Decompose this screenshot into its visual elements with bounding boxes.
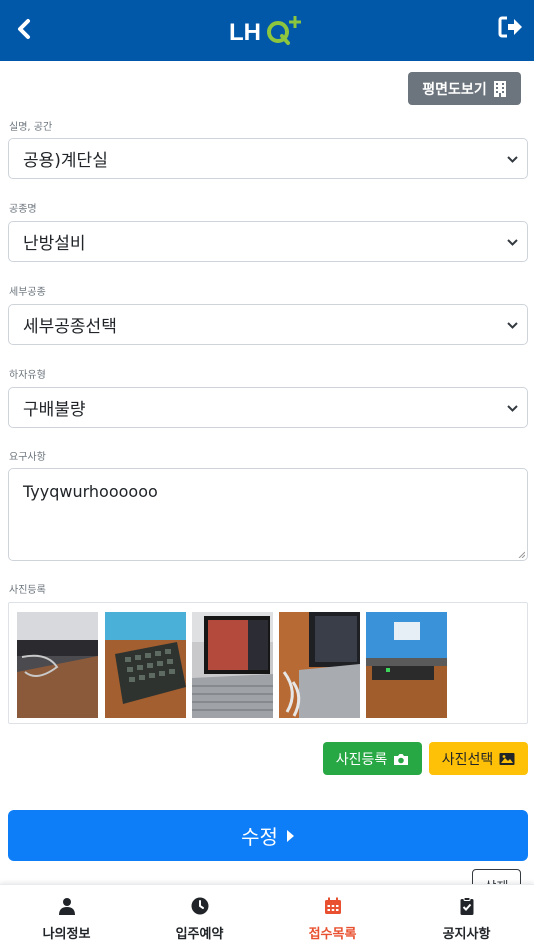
request-label: 요구사항 [9,452,46,463]
photo-3-image [192,612,273,718]
chevron-down-icon [507,156,518,163]
app-header: LH [0,0,534,61]
tab-label: 공지사항 [442,927,491,942]
room-value: 공용)계단실 [23,151,108,171]
room-label: 실명, 공간 [9,122,53,133]
photo-select-button[interactable]: 사진선택 [429,742,528,775]
photo-upload-label: 사진등록 [335,751,388,768]
chevron-down-icon [507,322,518,329]
submit-label: 수정 [241,825,278,849]
work-type-select[interactable]: 난방설비 [8,221,528,262]
photos-label: 사진등록 [9,585,46,596]
photo-thumbnail[interactable] [17,612,98,718]
user-icon [58,898,75,915]
tab-label: 접수목록 [308,927,357,942]
tab-label: 입주예약 [175,927,224,942]
work-type-value: 난방설비 [23,234,86,254]
request-textarea[interactable]: Tyyqwurhoooooo [8,468,528,561]
chevron-left-icon[interactable] [10,14,40,44]
chevron-down-icon [507,239,518,246]
calendar-icon [324,897,341,914]
lhq-logo: LH [229,16,301,46]
photo-1-image [17,612,98,718]
floor-plan-button[interactable]: 평면도보기 [408,72,521,105]
sub-work-type-label: 세부공종 [9,287,46,298]
sub-work-type-select[interactable]: 세부공종선택 [8,304,528,345]
request-value: Tyyqwurhoooooo [23,482,158,501]
photo-select-label: 사진선택 [441,751,494,768]
clock-icon [191,897,208,915]
photo-thumbnail[interactable] [192,612,273,718]
sign-out-icon[interactable] [497,13,525,41]
camera-icon [394,753,409,765]
bottom-tab-bar: 나의정보 입주예약 접수목록 공지사항 [0,884,534,950]
tab-my-info[interactable]: 나의정보 [0,885,133,950]
caret-right-icon [286,829,294,842]
chevron-down-icon [507,405,518,412]
clipboard-check-icon [460,897,473,915]
tab-label: 나의정보 [42,927,91,942]
photo-2-image [105,612,186,718]
photo-upload-button[interactable]: 사진등록 [323,742,422,775]
photo-thumbnail[interactable] [105,612,186,718]
defect-type-select[interactable]: 구배불량 [8,387,528,428]
svg-text:LH: LH [229,19,261,46]
photo-thumbnail[interactable] [366,612,447,718]
image-icon [499,752,515,765]
tab-notices[interactable]: 공지사항 [400,885,533,950]
defect-type-label: 하자유형 [9,370,46,381]
resize-grip-icon[interactable] [518,551,525,558]
sub-work-type-value: 세부공종선택 [23,317,117,337]
photo-thumbnail[interactable] [279,612,360,718]
photo-gallery [8,602,528,724]
photo-5-image [366,612,447,718]
tab-move-in-reservation[interactable]: 입주예약 [133,885,266,950]
room-select[interactable]: 공용)계단실 [8,138,528,179]
submit-button[interactable]: 수정 [8,810,528,861]
building-icon [493,80,506,97]
work-type-label: 공종명 [9,204,37,215]
floor-plan-label: 평면도보기 [422,81,487,98]
defect-type-value: 구배불량 [23,400,86,420]
tab-reception-list[interactable]: 접수목록 [266,885,399,950]
photo-4-image [279,612,360,718]
